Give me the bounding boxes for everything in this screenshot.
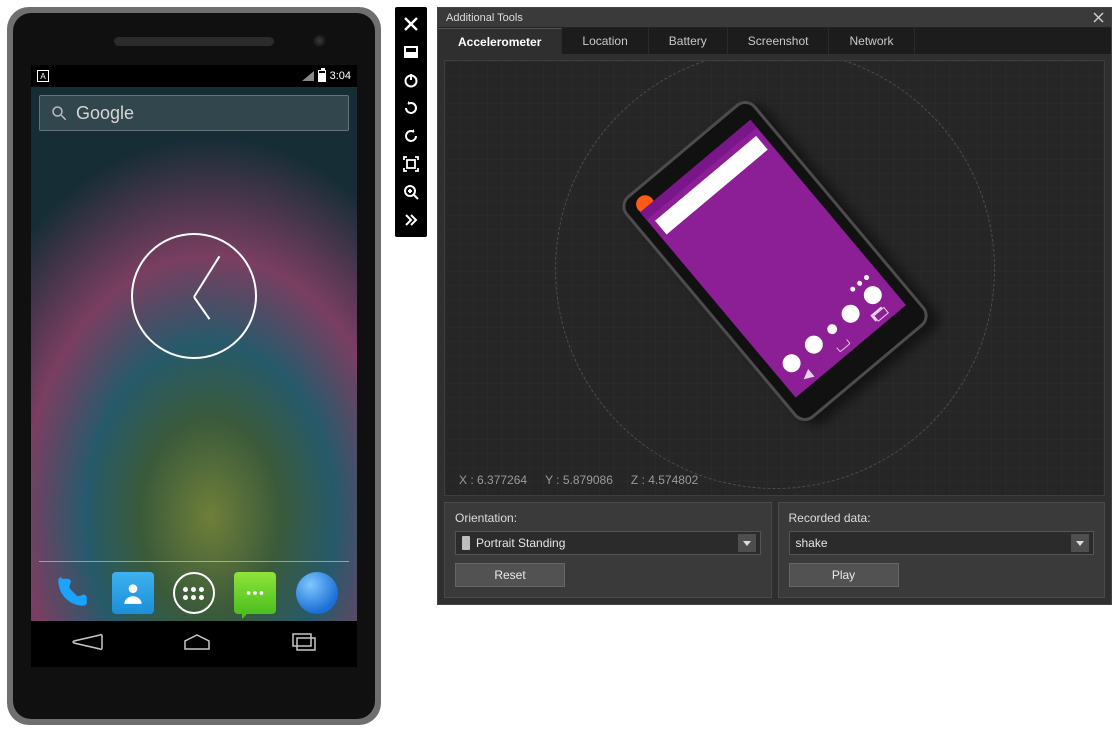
recorded-data-group: Recorded data: shake Play bbox=[778, 502, 1106, 598]
device-speaker bbox=[114, 37, 274, 46]
dock-divider bbox=[39, 561, 349, 562]
status-clock: 3:04 bbox=[330, 70, 351, 82]
contacts-app-icon[interactable] bbox=[112, 572, 154, 614]
tab-network[interactable]: Network bbox=[829, 28, 914, 54]
clock-hour-hand bbox=[193, 296, 210, 319]
google-search-widget[interactable]: Google bbox=[39, 95, 349, 131]
tab-accelerometer[interactable]: Accelerometer bbox=[438, 28, 562, 54]
accel-x-value: X : 6.377264 bbox=[459, 473, 527, 487]
recorded-data-label: Recorded data: bbox=[789, 511, 1095, 525]
recorded-data-select[interactable]: shake bbox=[789, 531, 1095, 555]
device-screen[interactable]: A 3:04 Google bbox=[31, 65, 357, 667]
android-nav-bar bbox=[31, 621, 357, 667]
reset-button[interactable]: Reset bbox=[455, 563, 565, 587]
emulator-toolbar bbox=[395, 7, 427, 237]
additional-tools-panel: Additional Tools Accelerometer Location … bbox=[437, 7, 1112, 605]
nav-back-button[interactable] bbox=[70, 633, 104, 656]
orientation-group: Orientation: Portrait Standing Reset bbox=[444, 502, 772, 598]
panel-body: X : 6.377264 Y : 5.879086 Z : 4.574802 O… bbox=[438, 54, 1111, 604]
panel-titlebar: Additional Tools bbox=[438, 8, 1111, 28]
accel-z-value: Z : 4.574802 bbox=[631, 473, 698, 487]
accelerometer-canvas[interactable]: X : 6.377264 Y : 5.879086 Z : 4.574802 bbox=[444, 60, 1105, 496]
search-placeholder: Google bbox=[76, 103, 134, 124]
close-icon bbox=[403, 16, 419, 32]
rotate-ccw-icon bbox=[403, 100, 419, 116]
minimize-icon bbox=[403, 44, 419, 60]
accelerometer-controls: Orientation: Portrait Standing Reset Rec… bbox=[444, 502, 1105, 598]
play-button[interactable]: Play bbox=[789, 563, 899, 587]
orientation-select[interactable]: Portrait Standing bbox=[455, 531, 761, 555]
orientation-selected-value: Portrait Standing bbox=[476, 536, 565, 550]
chevron-down-icon bbox=[1071, 534, 1089, 552]
acceleration-readout: X : 6.377264 Y : 5.879086 Z : 4.574802 bbox=[459, 473, 698, 487]
accel-y-value: Y : 5.879086 bbox=[545, 473, 613, 487]
signal-icon bbox=[302, 71, 314, 81]
messaging-app-icon[interactable] bbox=[234, 572, 276, 614]
tab-screenshot[interactable]: Screenshot bbox=[728, 28, 830, 54]
fit-screen-button[interactable] bbox=[397, 151, 425, 177]
nav-recents-button[interactable] bbox=[290, 633, 318, 656]
panel-title: Additional Tools bbox=[446, 12, 523, 24]
emulator-device-bezel: A 3:04 Google bbox=[13, 13, 375, 719]
zoom-in-icon bbox=[403, 184, 419, 200]
recorded-data-selected-value: shake bbox=[796, 536, 828, 550]
fit-screen-icon bbox=[403, 156, 419, 172]
panel-tabs: Accelerometer Location Battery Screensho… bbox=[438, 28, 1111, 54]
rotate-cw-button[interactable] bbox=[397, 123, 425, 149]
close-icon bbox=[1093, 12, 1104, 23]
app-drawer-icon[interactable] bbox=[173, 572, 215, 614]
nav-home-button[interactable] bbox=[182, 633, 212, 656]
tab-battery[interactable]: Battery bbox=[649, 28, 728, 54]
minimize-button[interactable] bbox=[397, 39, 425, 65]
tab-location[interactable]: Location bbox=[562, 28, 648, 54]
more-button[interactable] bbox=[397, 207, 425, 233]
phone-portrait-icon bbox=[462, 536, 470, 550]
power-button[interactable] bbox=[397, 67, 425, 93]
power-icon bbox=[403, 72, 419, 88]
emulator-device-frame: A 3:04 Google bbox=[7, 7, 381, 725]
chevron-double-right-icon bbox=[403, 212, 419, 228]
browser-app-icon[interactable] bbox=[296, 572, 338, 614]
panel-close-button[interactable] bbox=[1089, 10, 1107, 26]
chevron-down-icon bbox=[738, 534, 756, 552]
phone-app-icon[interactable] bbox=[50, 572, 92, 614]
clock-minute-hand bbox=[193, 256, 220, 298]
battery-icon bbox=[318, 70, 326, 82]
home-dock bbox=[31, 567, 357, 619]
keyboard-indicator-icon: A bbox=[37, 70, 49, 82]
close-button[interactable] bbox=[397, 11, 425, 37]
search-icon bbox=[50, 104, 68, 122]
android-status-bar: A 3:04 bbox=[31, 65, 357, 87]
analog-clock-widget[interactable] bbox=[131, 233, 257, 359]
orientation-label: Orientation: bbox=[455, 511, 761, 525]
device-front-camera bbox=[313, 35, 327, 49]
zoom-in-button[interactable] bbox=[397, 179, 425, 205]
rotate-ccw-button[interactable] bbox=[397, 95, 425, 121]
rotate-cw-icon bbox=[403, 128, 419, 144]
